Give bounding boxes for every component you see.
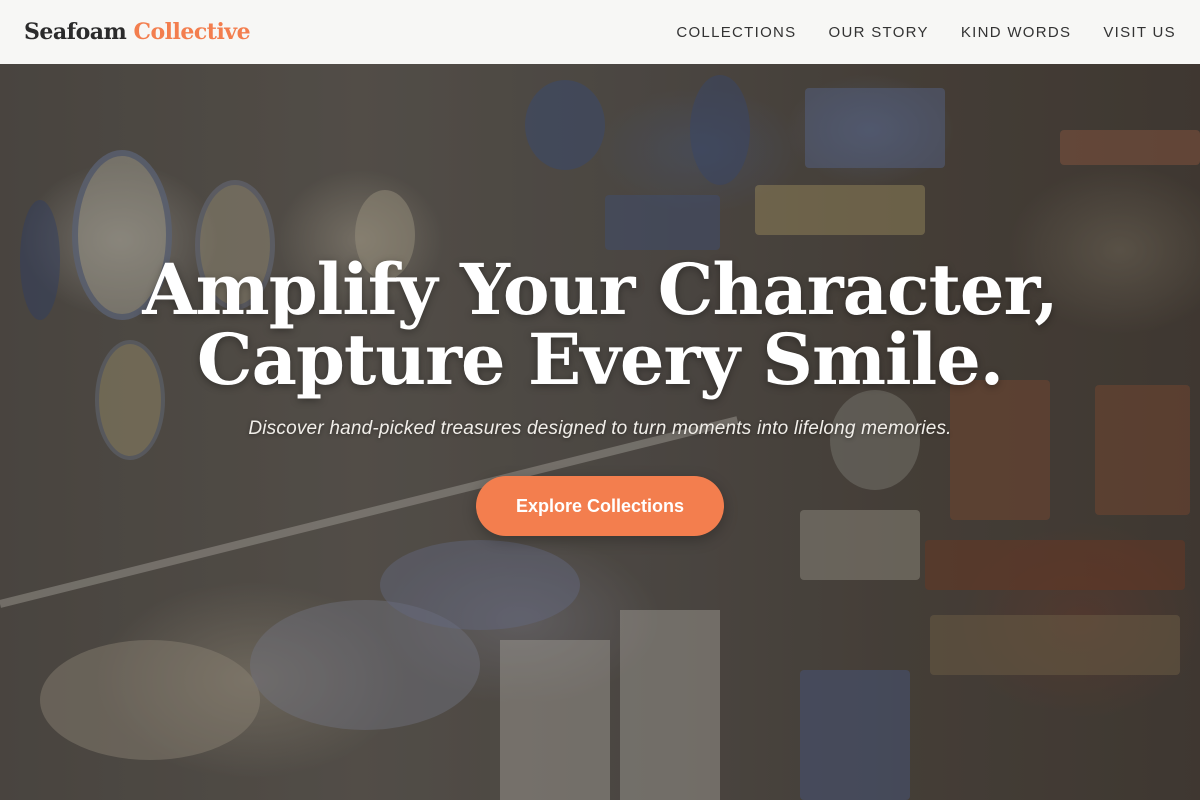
hero-subtitle: Discover hand-picked treasures designed … — [248, 418, 952, 439]
nav-link-our-story[interactable]: OUR STORY — [829, 24, 929, 41]
brand-name-part2: Collective — [133, 19, 251, 45]
brand-logo[interactable]: Seafoam Collective — [24, 19, 251, 45]
nav-link-kind-words[interactable]: KIND WORDS — [961, 24, 1072, 41]
site-header: Seafoam Collective COLLECTIONS OUR STORY… — [0, 0, 1200, 64]
brand-name-part1: Seafoam — [24, 19, 127, 45]
nav-link-visit-us[interactable]: VISIT US — [1103, 24, 1176, 41]
hero-section: Amplify Your Character, Capture Every Sm… — [0, 255, 1200, 536]
hero-headline: Amplify Your Character, Capture Every Sm… — [0, 255, 1200, 395]
explore-collections-button[interactable]: Explore Collections — [476, 476, 724, 536]
main-navigation: COLLECTIONS OUR STORY KIND WORDS VISIT U… — [676, 24, 1176, 41]
nav-link-collections[interactable]: COLLECTIONS — [676, 24, 796, 41]
hero-headline-line2: Capture Every Smile. — [196, 318, 1004, 401]
